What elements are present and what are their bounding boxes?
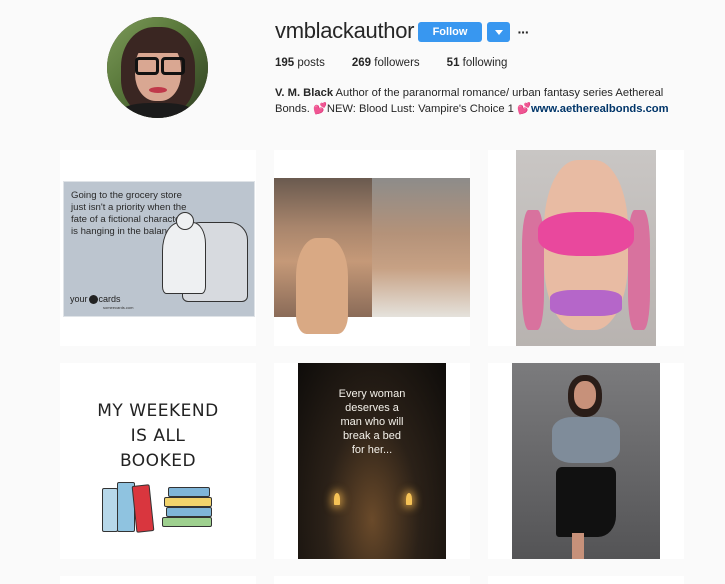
- photo-left: [274, 178, 372, 334]
- post-thumbnail[interactable]: [60, 576, 256, 584]
- followers-label: followers: [374, 57, 420, 69]
- quote-line: deserves a: [345, 402, 399, 414]
- profile-bio: V. M. Black Author of the paranormal rom…: [275, 85, 695, 117]
- weekend-line: BOOKED: [119, 451, 197, 471]
- post-thumbnail[interactable]: [488, 150, 684, 346]
- quote-line: man who will: [340, 416, 404, 428]
- brand-sub: someecards.com: [103, 305, 134, 310]
- weekend-line: IS ALL: [130, 426, 186, 446]
- post-thumbnail[interactable]: [488, 363, 684, 559]
- post-thumbnail[interactable]: [274, 576, 470, 584]
- profile-username: vmblackauthor: [275, 18, 415, 43]
- bio-new-text: NEW: Blood Lust: Vampire's Choice 1: [326, 103, 514, 115]
- weekend-line: MY WEEKEND: [97, 401, 219, 421]
- posts-stat: 195 posts: [275, 57, 325, 69]
- more-options-icon[interactable]: ···: [516, 22, 530, 42]
- brand-cards: cards: [98, 294, 121, 304]
- post-thumbnail[interactable]: MY WEEKEND IS ALL BOOKED: [60, 363, 256, 559]
- heart-icon: 💕: [517, 103, 531, 115]
- followers-stat[interactable]: 269 followers: [352, 57, 420, 69]
- profile-stats: 195 posts 269 followers 51 following: [275, 57, 534, 69]
- brand-your: your: [70, 294, 88, 304]
- suggestions-dropdown-button[interactable]: [487, 22, 510, 42]
- bio-website-link[interactable]: www.aetherealbonds.com: [531, 103, 669, 115]
- followers-count: 269: [351, 57, 372, 69]
- post-thumbnail[interactable]: [274, 150, 470, 346]
- posts-label: posts: [297, 57, 325, 69]
- ecard-image: Going to the grocery store just isn't a …: [63, 181, 255, 317]
- photo: [512, 363, 660, 559]
- bio-name: V. M. Black: [275, 87, 334, 99]
- weekend-text: MY WEEKEND IS ALL BOOKED: [60, 399, 256, 474]
- following-count: 51: [446, 57, 460, 69]
- someecards-logo: your cards: [70, 294, 121, 305]
- post-thumbnail[interactable]: [488, 576, 684, 584]
- photo: [516, 150, 656, 346]
- follow-button[interactable]: Follow: [418, 22, 482, 42]
- quote-line: break a bed: [342, 430, 402, 442]
- profile-avatar: [107, 17, 208, 118]
- post-thumbnail[interactable]: Going to the grocery store just isn't a …: [60, 150, 256, 346]
- post-thumbnail[interactable]: Every woman deserves a man who will brea…: [274, 363, 470, 559]
- following-stat[interactable]: 51 following: [447, 57, 508, 69]
- quote-text: Every woman deserves a man who will brea…: [298, 387, 446, 457]
- posts-count: 195: [275, 57, 295, 69]
- following-label: following: [462, 57, 508, 69]
- photo: Every woman deserves a man who will brea…: [298, 363, 446, 559]
- chevron-down-icon: [494, 23, 503, 41]
- photo-right: [372, 178, 470, 317]
- quote-line: Every woman: [338, 388, 406, 400]
- quote-line: for her...: [351, 444, 393, 456]
- heart-icon: 💕: [312, 103, 327, 115]
